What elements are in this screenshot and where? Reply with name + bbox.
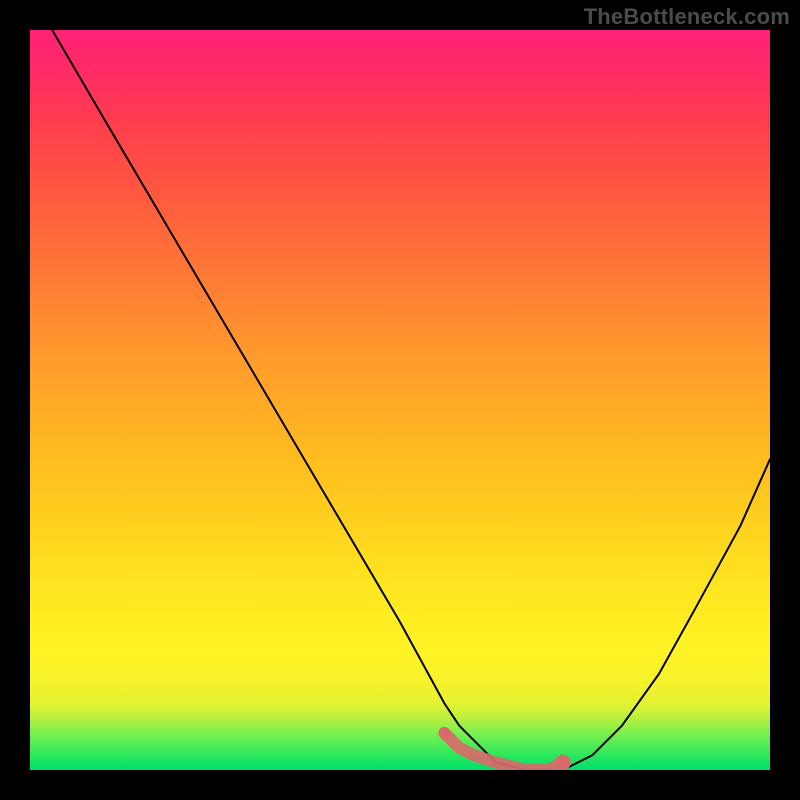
bottleneck-curve [52,30,770,770]
optimal-end-dot [555,755,571,770]
chart-overlay [30,30,770,770]
optimal-band [444,733,562,770]
optimal-start-dot [438,727,450,739]
plot-area [30,30,770,770]
watermark: TheBottleneck.com [584,4,790,30]
chart-frame: TheBottleneck.com [0,0,800,800]
